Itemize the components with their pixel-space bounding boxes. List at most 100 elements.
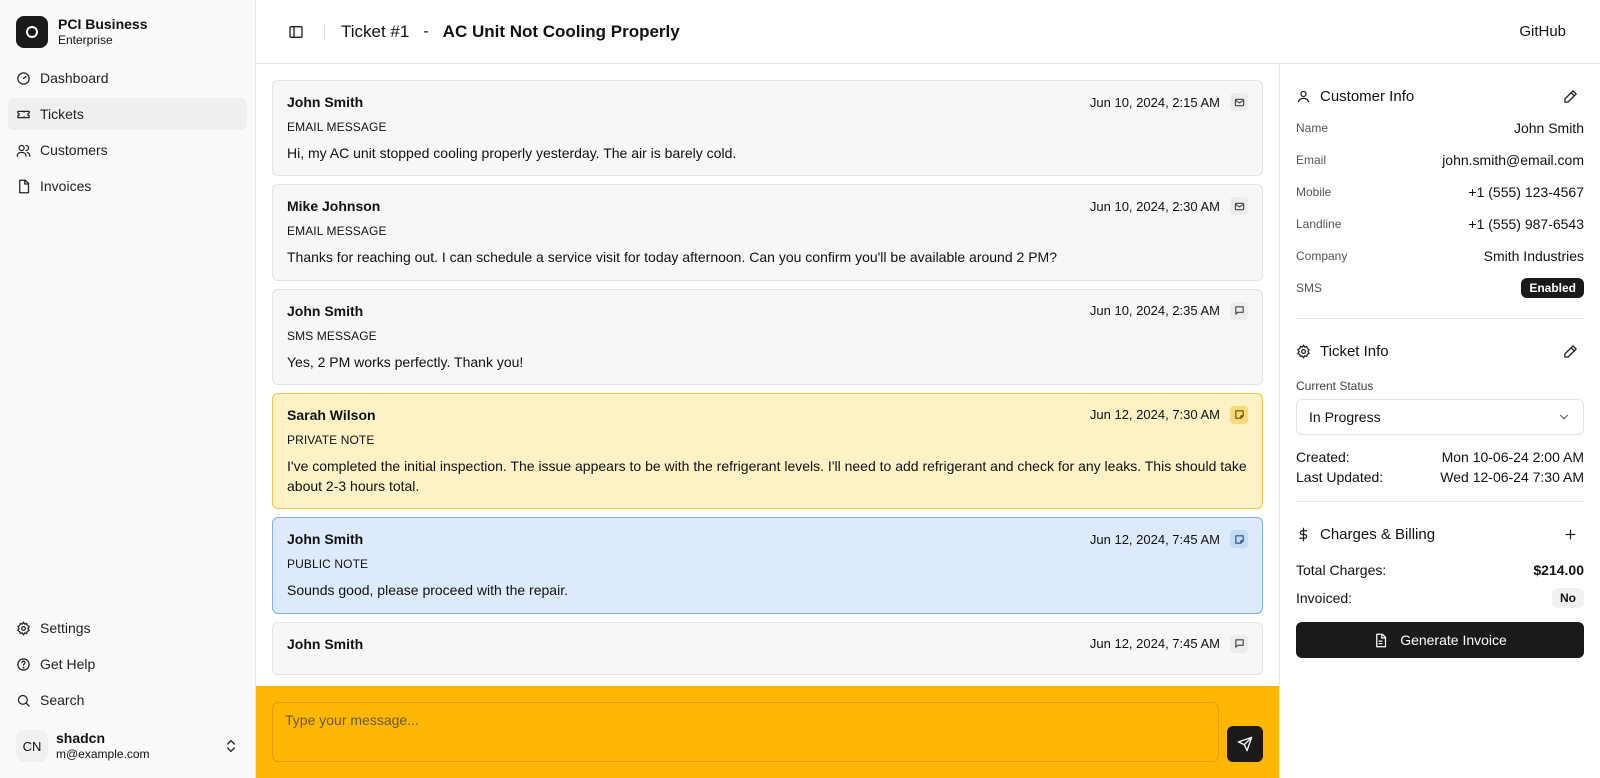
- sidebar-item-label: Dashboard: [40, 70, 109, 86]
- status-select[interactable]: In Progress: [1296, 399, 1584, 435]
- message-body: Sounds good, please proceed with the rep…: [287, 582, 568, 599]
- mail-icon: [1230, 197, 1248, 216]
- field-label: SMS: [1296, 281, 1323, 295]
- message-card: Mike Johnson Jun 10, 2024, 2:30 AM EMAIL…: [272, 184, 1263, 281]
- sidebar-item-settings[interactable]: Settings: [8, 612, 247, 644]
- brand[interactable]: PCI Business Enterprise: [8, 8, 247, 56]
- message-time: Jun 12, 2024, 7:45 AM: [1089, 636, 1220, 652]
- message-type: PRIVATE NOTE: [287, 432, 375, 447]
- sidebar-item-help[interactable]: Get Help: [8, 648, 247, 680]
- pencil-icon: [1563, 344, 1577, 358]
- updated-value: Wed 12-06-24 7:30 AM: [1440, 469, 1584, 485]
- message-author: Mike Johnson: [287, 198, 381, 215]
- divider: [1296, 501, 1584, 502]
- thread-column: John Smith Jun 10, 2024, 2:15 AM EMAIL M…: [256, 64, 1280, 778]
- field-label: Mobile: [1296, 185, 1332, 199]
- message-thread[interactable]: John Smith Jun 10, 2024, 2:15 AM EMAIL M…: [256, 64, 1279, 686]
- ticket-number: Ticket #1: [341, 21, 410, 41]
- sidebar-item-label: Tickets: [40, 106, 84, 122]
- message-type: PUBLIC NOTE: [287, 557, 369, 572]
- field-value: John Smith: [1513, 120, 1584, 136]
- generate-invoice-label: Generate Invoice: [1400, 632, 1507, 648]
- field-label: Name: [1296, 121, 1329, 135]
- message-time: Jun 12, 2024, 7:45 AM: [1089, 531, 1220, 547]
- note-icon: [1230, 405, 1248, 424]
- avatar: CN: [16, 730, 48, 762]
- gear-icon: [1297, 343, 1310, 359]
- ticket-info-header: Ticket Info: [1296, 335, 1584, 367]
- app: PCI Business Enterprise Dashboard Ticket…: [0, 0, 1600, 778]
- mail-icon: [1230, 93, 1248, 111]
- sidebar: PCI Business Enterprise Dashboard Ticket…: [0, 0, 256, 778]
- message-author: John Smith: [287, 635, 364, 652]
- divider: [324, 23, 325, 40]
- plus-icon: [1565, 529, 1575, 539]
- customer-field-company: Company Smith Industries: [1296, 240, 1584, 272]
- sidebar-item-label: Invoices: [40, 178, 92, 194]
- main-nav: Dashboard Tickets Customers Invoices: [8, 62, 247, 202]
- field-value: +1 (555) 987-6543: [1468, 216, 1584, 232]
- customer-field-name: Name John Smith: [1296, 112, 1584, 144]
- note-icon: [1230, 530, 1248, 549]
- message-body: Yes, 2 PM works perfectly. Thank you!: [287, 353, 524, 370]
- sidebar-item-search[interactable]: Search: [8, 684, 247, 716]
- field-value: Smith Industries: [1483, 248, 1584, 264]
- pencil-icon: [1563, 89, 1577, 103]
- chevron-down-icon: [1559, 414, 1569, 420]
- user-menu[interactable]: CN shadcn m@example.com: [8, 722, 247, 770]
- status-badge: Enabled: [1521, 278, 1584, 298]
- users-icon: [16, 144, 31, 157]
- field-label: Email: [1296, 153, 1327, 167]
- file-text-icon: [1376, 633, 1387, 647]
- add-charge-button[interactable]: [1556, 520, 1584, 548]
- total-charges-value: $214.00: [1533, 562, 1584, 578]
- created-row: Created: Mon 10-06-24 2:00 AM: [1296, 447, 1584, 467]
- sidebar-item-invoices[interactable]: Invoices: [8, 170, 247, 202]
- panel-left-icon: [289, 25, 303, 38]
- sidebar-item-dashboard[interactable]: Dashboard: [8, 62, 247, 94]
- sidebar-toggle-button[interactable]: [280, 16, 312, 48]
- message-type: EMAIL MESSAGE: [287, 120, 387, 134]
- edit-ticket-button[interactable]: [1556, 337, 1584, 365]
- search-icon: [17, 694, 30, 707]
- message-author: John Smith: [287, 94, 364, 110]
- sidebar-item-label: Settings: [40, 620, 91, 636]
- topbar: Ticket #1 - AC Unit Not Cooling Properly…: [256, 0, 1600, 64]
- section-title: Customer Info: [1320, 87, 1415, 105]
- message-composer: [256, 686, 1279, 778]
- sidebar-item-tickets[interactable]: Tickets: [8, 98, 247, 130]
- user-email: m@example.com: [56, 747, 150, 762]
- sidebar-item-label: Search: [40, 692, 85, 708]
- details-panel: Customer Info Name John Smith Email john.s…: [1280, 64, 1600, 778]
- user-icon: [1297, 90, 1310, 102]
- user-name: shadcn: [56, 730, 106, 747]
- content: John Smith Jun 10, 2024, 2:15 AM EMAIL M…: [256, 64, 1600, 778]
- customer-field-sms: SMS Enabled: [1296, 272, 1584, 304]
- created-label: Created:: [1296, 449, 1350, 465]
- message-square-icon: [1230, 634, 1248, 653]
- edit-customer-button[interactable]: [1556, 82, 1584, 110]
- gear-icon: [17, 620, 30, 636]
- invoiced-row: Invoiced: No: [1296, 584, 1584, 612]
- sidebar-item-label: Customers: [40, 142, 108, 158]
- secondary-nav: Settings Get Help Search: [8, 612, 247, 716]
- customer-info-header: Customer Info: [1296, 80, 1584, 112]
- message-time: Jun 10, 2024, 2:30 AM: [1089, 198, 1220, 214]
- customer-field-email: Email john.smith@email.com: [1296, 144, 1584, 176]
- message-time: Jun 10, 2024, 2:15 AM: [1089, 94, 1220, 110]
- updated-row: Last Updated: Wed 12-06-24 7:30 AM: [1296, 467, 1584, 487]
- invoiced-label: Invoiced:: [1296, 590, 1353, 606]
- message-time: Jun 12, 2024, 7:30 AM: [1089, 407, 1220, 423]
- chevrons-up-down-icon: [227, 739, 235, 753]
- message-input[interactable]: [272, 702, 1219, 762]
- message-author: Sarah Wilson: [287, 406, 376, 423]
- github-link[interactable]: GitHub: [1509, 17, 1576, 46]
- message-body: Thanks for reaching out. I can schedule …: [287, 249, 1057, 266]
- sidebar-item-customers[interactable]: Customers: [8, 134, 247, 166]
- send-button[interactable]: [1227, 726, 1263, 762]
- brand-plan: Enterprise: [58, 33, 113, 48]
- field-value: john.smith@email.com: [1442, 152, 1584, 168]
- divider: [1296, 318, 1584, 319]
- generate-invoice-button[interactable]: Generate Invoice: [1296, 622, 1584, 658]
- send-icon: [1237, 736, 1253, 752]
